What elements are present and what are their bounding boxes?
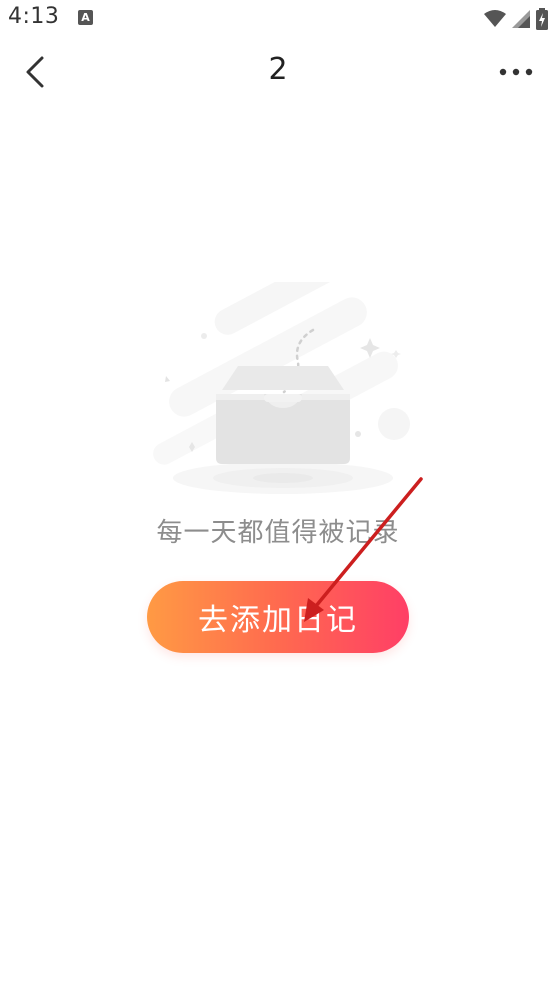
status-icons [484,6,548,32]
status-time: 4:13 [8,4,60,29]
signal-icon [512,10,530,28]
nav-bar: 2 [0,38,556,106]
empty-box-illustration [153,282,410,494]
empty-state-message: 每一天都值得被记录 [156,518,400,548]
wifi-icon [484,10,506,27]
page-title: 2 [268,52,288,87]
diary-empty-screen: 4:13 A 2 每一天都值得被记录 去添加日记 [0,0,556,990]
add-diary-button[interactable]: 去添加日记 [147,581,409,653]
notification-badge-icon: A [78,10,93,25]
more-horizontal-icon[interactable] [498,60,534,84]
status-bar: 4:13 A [0,0,556,38]
battery-icon [536,8,548,30]
